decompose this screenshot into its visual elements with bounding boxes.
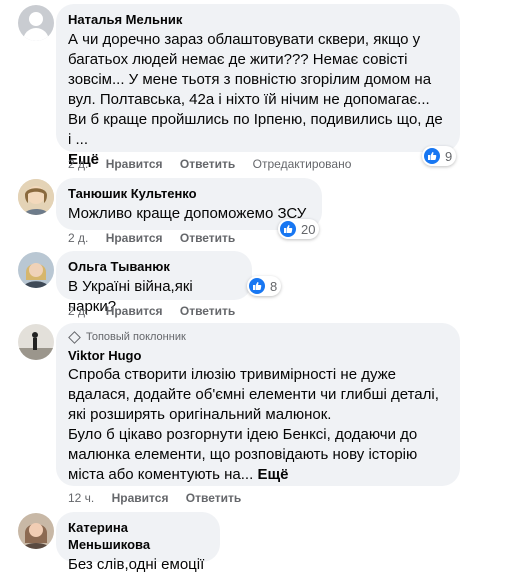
avatar[interactable] <box>18 324 54 360</box>
comment-author[interactable]: Танюшик Культенко <box>68 185 310 202</box>
comment-text: Без слів,одні емоції <box>68 556 205 573</box>
avatar-photo <box>18 513 54 549</box>
comment-time[interactable]: 12 ч. <box>68 491 94 505</box>
comment-actions: 2 д. Нравится Ответить <box>68 303 249 319</box>
comment-text: А чи доречно зараз облаштовувати сквери,… <box>68 31 443 168</box>
like-button[interactable]: Нравится <box>106 231 163 245</box>
comment-actions: 2 д. Нравится Ответить Отредактировано <box>68 156 365 172</box>
diamond-icon <box>68 330 81 344</box>
avatar-photo <box>18 252 54 288</box>
avatar-photo <box>18 179 54 215</box>
like-icon <box>280 221 296 237</box>
comment-time[interactable]: 2 д. <box>68 304 88 318</box>
see-more-link[interactable]: Ещё <box>257 466 288 483</box>
comment-author[interactable]: Наталья Мельник <box>68 11 448 28</box>
comment-bubble: Ольга Тыванюк В Україні війна,які парки? <box>56 251 252 315</box>
avatar[interactable] <box>18 513 54 549</box>
reaction-count[interactable]: 20 <box>278 219 320 239</box>
reaction-count[interactable]: 8 <box>247 276 282 296</box>
comment-bubble: Топовый поклонник Viktor Hugo Спроба ств… <box>56 323 460 486</box>
comment-author[interactable]: Viktor Hugo <box>68 347 448 364</box>
comment-text: Можливо краще допоможемо ЗСУ <box>68 205 307 222</box>
avatar[interactable] <box>18 252 54 288</box>
comment-author[interactable]: Ольга Тыванюк <box>68 258 240 275</box>
avatar-photo <box>18 324 54 360</box>
like-icon <box>424 148 440 164</box>
reply-button[interactable]: Ответить <box>180 304 235 318</box>
top-fan-badge[interactable]: Топовый поклонник <box>68 330 448 344</box>
avatar[interactable] <box>18 5 54 41</box>
comment-bubble: Катерина Меньшикова Без слів,одні емоції <box>56 512 220 573</box>
reply-button[interactable]: Ответить <box>180 157 235 171</box>
comment-actions: 2 д. Нравится Ответить <box>68 230 249 246</box>
reaction-count[interactable]: 9 <box>422 146 457 166</box>
like-icon <box>249 278 265 294</box>
comment-text: Спроба створити ілюзію тривимірності не … <box>68 366 439 483</box>
comment-author[interactable]: Катерина Меньшикова <box>68 519 208 553</box>
comment-actions: 12 ч. Нравится Ответить <box>68 490 255 506</box>
comment-time[interactable]: 2 д. <box>68 157 88 171</box>
comment-bubble: Наталья Мельник А чи доречно зараз облаш… <box>56 4 460 168</box>
comment-time[interactable]: 2 д. <box>68 231 88 245</box>
like-button[interactable]: Нравится <box>106 157 163 171</box>
like-button[interactable]: Нравится <box>112 491 169 505</box>
reply-button[interactable]: Ответить <box>180 231 235 245</box>
avatar[interactable] <box>18 179 54 215</box>
reply-button[interactable]: Ответить <box>186 491 241 505</box>
like-button[interactable]: Нравится <box>106 304 163 318</box>
edited-label[interactable]: Отредактировано <box>253 157 352 171</box>
